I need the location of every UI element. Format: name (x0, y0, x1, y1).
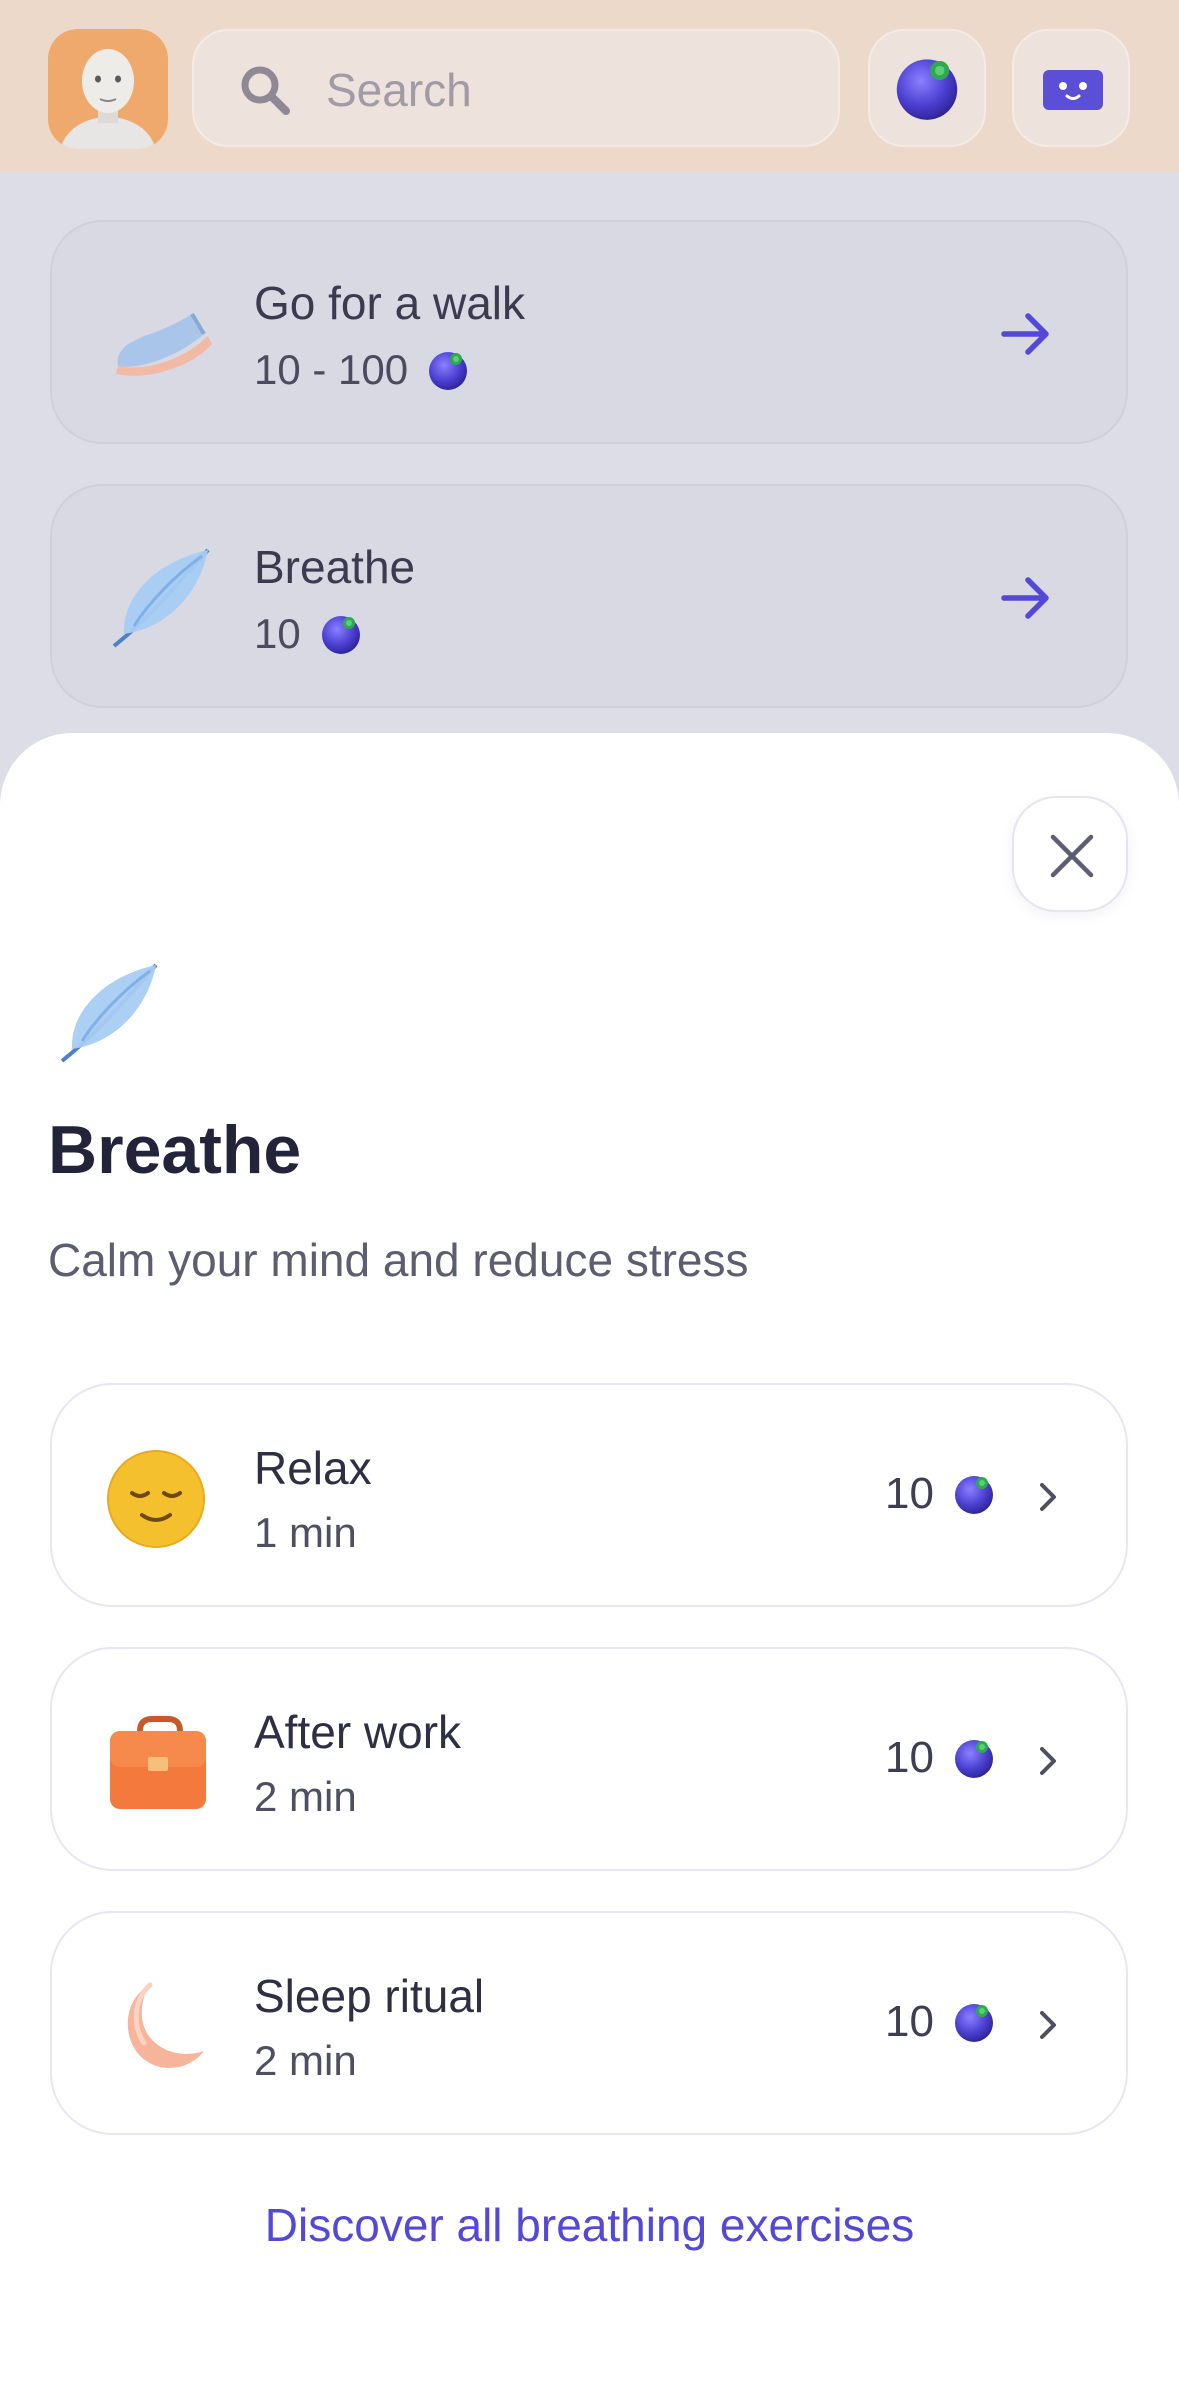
search-bar[interactable]: Search (192, 29, 840, 147)
close-icon (1050, 834, 1094, 878)
chat-bot-icon (1043, 70, 1103, 110)
card-title: Go for a walk (254, 277, 525, 329)
reward-value: 10 - 100 (254, 346, 409, 393)
item-name: Sleep ritual (254, 1970, 485, 2022)
item-duration: 1 min (254, 1509, 357, 1556)
card-reward: 10 - 100 (254, 346, 470, 394)
sheet-title: Breathe (48, 1112, 302, 1188)
item-reward: 10 (885, 1997, 996, 2047)
reward-value: 10 (254, 610, 301, 657)
feather-icon (104, 538, 224, 658)
blueberry-coin-icon (426, 348, 470, 392)
exercise-item-relax[interactable]: Relax 1 min 10 (50, 1383, 1128, 1607)
card-title: Breathe (254, 541, 416, 593)
item-name: Relax (254, 1442, 372, 1494)
briefcase-icon (110, 1716, 206, 1809)
chevron-right-icon (1028, 2005, 1068, 2045)
feather-icon (52, 953, 172, 1073)
item-reward: 10 (885, 1469, 996, 1519)
reward-value: 10 (885, 1733, 934, 1782)
chevron-right-icon (1028, 1477, 1068, 1517)
avatar-icon (60, 49, 156, 149)
breathe-sheet: Breathe Calm your mind and reduce stress… (0, 733, 1179, 2396)
blueberry-coin-icon (952, 1736, 996, 1780)
sneaker-icon (116, 312, 212, 376)
arrow-right-icon (996, 568, 1056, 628)
item-duration: 2 min (254, 1773, 357, 1820)
blueberry-coin-icon (952, 1472, 996, 1516)
item-name: After work (254, 1706, 462, 1758)
card-reward: 10 (254, 610, 363, 658)
moon-icon (127, 1982, 204, 2068)
exercise-item-after-work[interactable]: After work 2 min 10 (50, 1647, 1128, 1871)
reward-value: 10 (885, 1469, 934, 1518)
close-button[interactable] (1012, 796, 1128, 912)
top-bar: Search (0, 0, 1179, 172)
blueberry-coin-icon (952, 2000, 996, 2044)
breathe-card[interactable]: Breathe 10 (50, 484, 1128, 708)
walk-card[interactable]: Go for a walk 10 - 100 (50, 220, 1128, 444)
chevron-right-icon (1028, 1741, 1068, 1781)
discover-all-link[interactable]: Discover all breathing exercises (0, 2198, 1179, 2252)
blueberry-coin-icon (892, 53, 962, 123)
item-reward: 10 (885, 1733, 996, 1783)
coins-button[interactable] (868, 29, 986, 147)
search-icon (241, 66, 290, 115)
reward-value: 10 (885, 1997, 934, 2046)
avatar[interactable] (48, 29, 168, 149)
sleepy-face-icon (107, 1450, 205, 1548)
blueberry-coin-icon (319, 612, 363, 656)
search-placeholder: Search (326, 64, 472, 116)
sheet-subtitle: Calm your mind and reduce stress (48, 1234, 749, 1286)
exercise-item-sleep-ritual[interactable]: Sleep ritual 2 min 10 (50, 1911, 1128, 2135)
chat-bot-button[interactable] (1012, 29, 1130, 147)
arrow-right-icon (996, 304, 1056, 364)
item-duration: 2 min (254, 2037, 357, 2084)
